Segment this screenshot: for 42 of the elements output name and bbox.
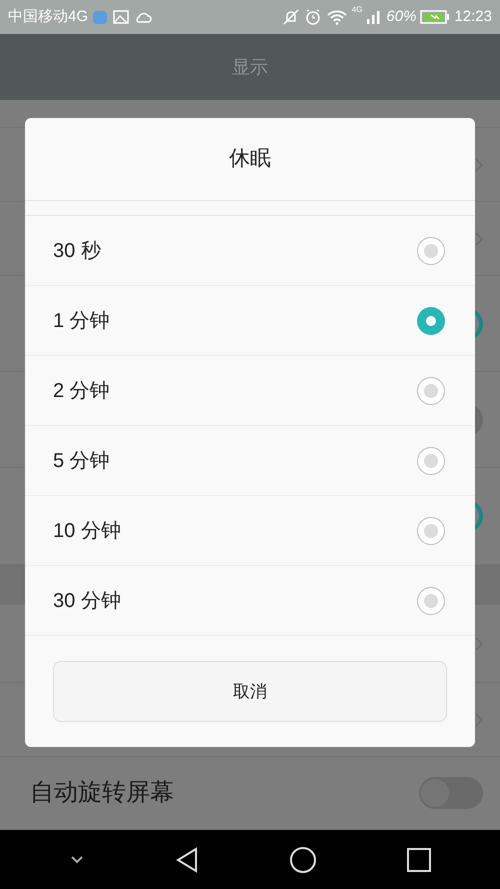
option-label: 5 分钟 xyxy=(53,448,110,474)
sleep-option[interactable]: 5 分钟 xyxy=(25,426,475,496)
sleep-option[interactable]: 30 分钟 xyxy=(25,566,475,636)
network-type: 4G xyxy=(352,4,362,16)
radio-button[interactable] xyxy=(417,236,445,264)
chevron-right-icon xyxy=(475,232,483,246)
option-label: 2 分钟 xyxy=(53,378,110,404)
sleep-option[interactable]: 10 分钟 xyxy=(25,496,475,566)
radio-button[interactable] xyxy=(417,586,445,614)
alarm-icon xyxy=(304,8,322,26)
option-label: 10 分钟 xyxy=(53,518,121,544)
signal-icon xyxy=(366,9,382,25)
sleep-option[interactable]: 1 分钟 xyxy=(25,286,475,356)
muted-bell-icon xyxy=(282,8,300,26)
recents-icon[interactable] xyxy=(407,848,431,872)
setting-label: 自动旋转屏幕 xyxy=(30,778,174,808)
clock: 12:23 xyxy=(454,6,492,27)
radio-button[interactable] xyxy=(417,306,445,334)
option-label: 30 分钟 xyxy=(53,588,121,614)
sleep-option[interactable]: 2 分钟 xyxy=(25,356,475,426)
back-icon[interactable] xyxy=(175,846,199,872)
dialog-title: 休眠 xyxy=(229,146,271,172)
chevron-down-icon[interactable] xyxy=(69,854,85,864)
chevron-right-icon xyxy=(475,158,483,172)
battery-percent: 60% xyxy=(386,6,416,27)
chevron-right-icon xyxy=(475,636,483,650)
option-label: 30 秒 xyxy=(53,238,101,264)
cloud-icon xyxy=(134,10,152,24)
home-icon[interactable] xyxy=(289,846,317,874)
sleep-option[interactable]: 30 秒 xyxy=(25,216,475,286)
battery-charging-icon xyxy=(420,10,450,24)
image-icon xyxy=(112,9,130,25)
option-label: 1 分钟 xyxy=(53,308,110,334)
carrier-name: 中国移动4G xyxy=(8,6,88,27)
radio-button[interactable] xyxy=(417,516,445,544)
radio-button[interactable] xyxy=(417,376,445,404)
app-notification-icon xyxy=(92,9,108,25)
radio-button[interactable] xyxy=(417,446,445,474)
cancel-button[interactable]: 取消 xyxy=(53,661,447,722)
chevron-right-icon xyxy=(475,712,483,726)
wifi-icon xyxy=(326,9,348,25)
screen-title: 显示 xyxy=(232,56,268,78)
